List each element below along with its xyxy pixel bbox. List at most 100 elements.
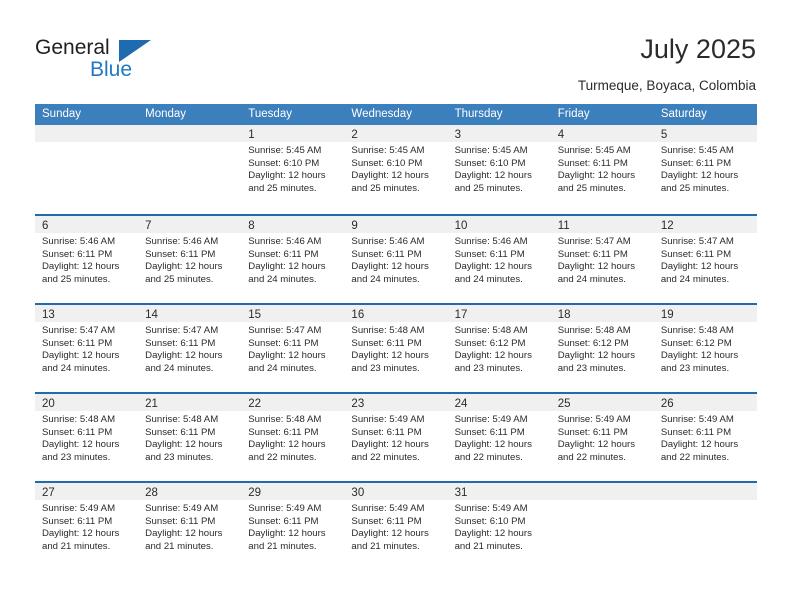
sunset-time: Sunset: 6:11 PM <box>42 248 113 260</box>
weekday-header-monday: Monday <box>145 108 187 120</box>
sunset-time: Sunset: 6:11 PM <box>454 248 525 260</box>
calendar-day-cell[interactable]: 3 Sunrise: 5:45 AM Sunset: 6:10 PM Daylight… <box>447 125 551 214</box>
calendar-week-row: 13 Sunrise: 5:47 AM Sunset: 6:11 PM Dayligh… <box>35 303 757 392</box>
calendar-day-cell[interactable]: 14 Sunrise: 5:47 AM Sunset: 6:11 PM Dayligh… <box>138 305 242 392</box>
daylight-duration-line2: and 25 minutes. <box>145 273 214 285</box>
daylight-duration-line1: Daylight: 12 hours <box>351 261 429 273</box>
sunrise-time: Sunrise: 5:46 AM <box>145 236 219 247</box>
day-number-band: 11 <box>550 216 654 233</box>
calendar-day-cell[interactable]: 17 Sunrise: 5:48 AM Sunset: 6:12 PM Dayligh… <box>447 305 551 392</box>
calendar-day-cell[interactable]: 12 Sunrise: 5:47 AM Sunset: 6:11 PM Dayligh… <box>653 216 757 303</box>
calendar-day-cell[interactable]: 24 Sunrise: 5:49 AM Sunset: 6:11 PM Dayligh… <box>447 394 551 481</box>
day-sun-info: Sunrise: 5:46 AM Sunset: 6:11 PM Daylight:… <box>35 233 138 286</box>
calendar-day-cell[interactable]: 22 Sunrise: 5:48 AM Sunset: 6:11 PM Dayligh… <box>241 394 345 481</box>
calendar-day-cell[interactable]: 15 Sunrise: 5:47 AM Sunset: 6:11 PM Dayligh… <box>241 305 345 392</box>
sunset-time: Sunset: 6:10 PM <box>248 157 320 169</box>
daylight-duration-line1: Daylight: 12 hours <box>42 261 120 273</box>
calendar-day-cell[interactable]: 6 Sunrise: 5:46 AM Sunset: 6:11 PM Daylight… <box>35 216 139 303</box>
daylight-duration-line1: Daylight: 12 hours <box>557 350 636 362</box>
calendar-day-cell[interactable]: 20 Sunrise: 5:48 AM Sunset: 6:11 PM Dayligh… <box>35 394 139 481</box>
calendar-day-cell[interactable]: 5 Sunrise: 5:45 AM Sunset: 6:11 PM Daylight… <box>653 125 757 214</box>
calendar-day-cell[interactable]: 26 Sunrise: 5:49 AM Sunset: 6:11 PM Dayligh… <box>653 394 757 481</box>
daylight-duration-line2: and 22 minutes. <box>248 451 317 463</box>
calendar-day-cell[interactable]: 23 Sunrise: 5:49 AM Sunset: 6:11 PM Dayligh… <box>344 394 448 481</box>
calendar-day-cell[interactable]: 31 Sunrise: 5:49 AM Sunset: 6:10 PM Dayligh… <box>447 483 551 570</box>
day-number: 9 <box>351 220 358 232</box>
calendar-day-cell[interactable]: 30 Sunrise: 5:49 AM Sunset: 6:11 PM Dayligh… <box>344 483 448 570</box>
calendar-day-cell[interactable]: 2 Sunrise: 5:45 AM Sunset: 6:10 PM Daylight… <box>344 125 448 214</box>
daylight-duration-line1: Daylight: 12 hours <box>42 528 120 540</box>
daylight-duration-line2: and 21 minutes. <box>145 540 214 552</box>
sunset-time: Sunset: 6:11 PM <box>660 248 732 260</box>
day-sun-info: Sunrise: 5:45 AM Sunset: 6:11 PM Daylight:… <box>551 142 654 195</box>
day-sun-info: Sunrise: 5:45 AM Sunset: 6:11 PM Daylight:… <box>654 142 757 195</box>
day-number-band: 27 <box>35 483 139 500</box>
weekday-header-saturday: Saturday <box>660 108 707 120</box>
weekday-header-wednesday: Wednesday <box>351 108 412 120</box>
calendar-grid: Sunday Monday Tuesday Wednesday Thursday Frid… <box>35 104 757 570</box>
daylight-duration-line1: Daylight: 12 hours <box>145 439 223 451</box>
day-number-band: 28 <box>138 483 242 500</box>
sunset-time: Sunset: 6:11 PM <box>248 248 319 260</box>
sunset-time: Sunset: 6:11 PM <box>454 426 525 438</box>
calendar-day-cell[interactable]: 1 Sunrise: 5:45 AM Sunset: 6:10 PM Daylight… <box>241 125 345 214</box>
calendar-day-cell-empty <box>550 483 654 570</box>
calendar-day-cell[interactable]: 28 Sunrise: 5:49 AM Sunset: 6:11 PM Dayligh… <box>138 483 242 570</box>
calendar-day-cell-empty <box>653 483 757 570</box>
calendar-day-cell[interactable]: 16 Sunrise: 5:48 AM Sunset: 6:11 PM Dayligh… <box>344 305 448 392</box>
day-number-band: 30 <box>344 483 448 500</box>
daylight-duration-line2: and 23 minutes. <box>145 451 214 463</box>
calendar-day-cell[interactable]: 29 Sunrise: 5:49 AM Sunset: 6:11 PM Dayligh… <box>241 483 345 570</box>
sunrise-time: Sunrise: 5:49 AM <box>351 414 425 425</box>
daylight-duration-line1: Daylight: 12 hours <box>351 528 429 540</box>
day-sun-info: Sunrise: 5:49 AM Sunset: 6:11 PM Daylight:… <box>344 500 447 553</box>
calendar-day-cell[interactable]: 25 Sunrise: 5:49 AM Sunset: 6:11 PM Dayligh… <box>550 394 654 481</box>
day-number-band: 4 <box>550 125 654 142</box>
day-number: 17 <box>454 309 468 321</box>
calendar-day-cell[interactable]: 7 Sunrise: 5:46 AM Sunset: 6:11 PM Daylight… <box>138 216 242 303</box>
sunset-time: Sunset: 6:10 PM <box>454 515 526 527</box>
sunset-time: Sunset: 6:11 PM <box>248 426 319 438</box>
calendar-day-cell[interactable]: 13 Sunrise: 5:47 AM Sunset: 6:11 PM Dayligh… <box>35 305 139 392</box>
sunrise-time: Sunrise: 5:49 AM <box>557 414 631 425</box>
day-number: 16 <box>351 309 365 321</box>
day-number: 13 <box>42 309 55 321</box>
page-title: July 2025 <box>640 34 756 64</box>
day-number-band: 12 <box>653 216 757 233</box>
day-number-band: 16 <box>344 305 448 322</box>
general-blue-logo[interactable]: General Blue <box>35 36 215 84</box>
sunset-time: Sunset: 6:11 PM <box>351 426 422 438</box>
daylight-duration-line2: and 25 minutes. <box>557 182 626 194</box>
calendar-day-cell[interactable]: 18 Sunrise: 5:48 AM Sunset: 6:12 PM Dayligh… <box>550 305 654 392</box>
day-sun-info: Sunrise: 5:49 AM Sunset: 6:11 PM Daylight:… <box>344 411 447 464</box>
sunrise-time: Sunrise: 5:45 AM <box>248 145 322 156</box>
calendar-day-cell[interactable]: 8 Sunrise: 5:46 AM Sunset: 6:11 PM Daylight… <box>241 216 345 303</box>
calendar-day-cell[interactable]: 11 Sunrise: 5:47 AM Sunset: 6:11 PM Dayligh… <box>550 216 654 303</box>
daylight-duration-line2: and 22 minutes. <box>351 451 420 463</box>
day-sun-info: Sunrise: 5:49 AM Sunset: 6:11 PM Daylight:… <box>241 500 344 553</box>
sunset-time: Sunset: 6:11 PM <box>145 515 216 527</box>
day-number-band: 15 <box>241 305 345 322</box>
calendar-day-cell[interactable]: 9 Sunrise: 5:46 AM Sunset: 6:11 PM Daylight… <box>344 216 448 303</box>
day-number-band: 31 <box>447 483 551 500</box>
sunrise-time: Sunrise: 5:49 AM <box>42 503 116 514</box>
daylight-duration-line2: and 21 minutes. <box>42 540 111 552</box>
calendar-day-cell[interactable]: 27 Sunrise: 5:49 AM Sunset: 6:11 PM Dayligh… <box>35 483 139 570</box>
daylight-duration-line1: Daylight: 12 hours <box>454 261 532 273</box>
day-number-band: 13 <box>35 305 139 322</box>
sunrise-time: Sunrise: 5:48 AM <box>454 325 528 336</box>
sunrise-time: Sunrise: 5:48 AM <box>145 414 219 425</box>
day-number-band <box>35 125 139 142</box>
sunrise-time: Sunrise: 5:47 AM <box>557 236 631 247</box>
day-number-band: 8 <box>241 216 345 233</box>
page-header: General Blue July 2025 Turmeque, Boyaca,… <box>0 0 792 100</box>
day-number-band: 19 <box>653 305 757 322</box>
daylight-duration-line2: and 25 minutes. <box>248 182 317 194</box>
sunrise-time: Sunrise: 5:47 AM <box>248 325 322 336</box>
sunrise-time: Sunrise: 5:48 AM <box>42 414 116 425</box>
calendar-day-cell[interactable]: 10 Sunrise: 5:46 AM Sunset: 6:11 PM Dayligh… <box>447 216 551 303</box>
calendar-day-cell[interactable]: 21 Sunrise: 5:48 AM Sunset: 6:11 PM Dayligh… <box>138 394 242 481</box>
calendar-day-cell[interactable]: 4 Sunrise: 5:45 AM Sunset: 6:11 PM Daylight… <box>550 125 654 214</box>
calendar-day-cell[interactable]: 19 Sunrise: 5:48 AM Sunset: 6:12 PM Dayligh… <box>653 305 757 392</box>
daylight-duration-line1: Daylight: 12 hours <box>42 439 120 451</box>
